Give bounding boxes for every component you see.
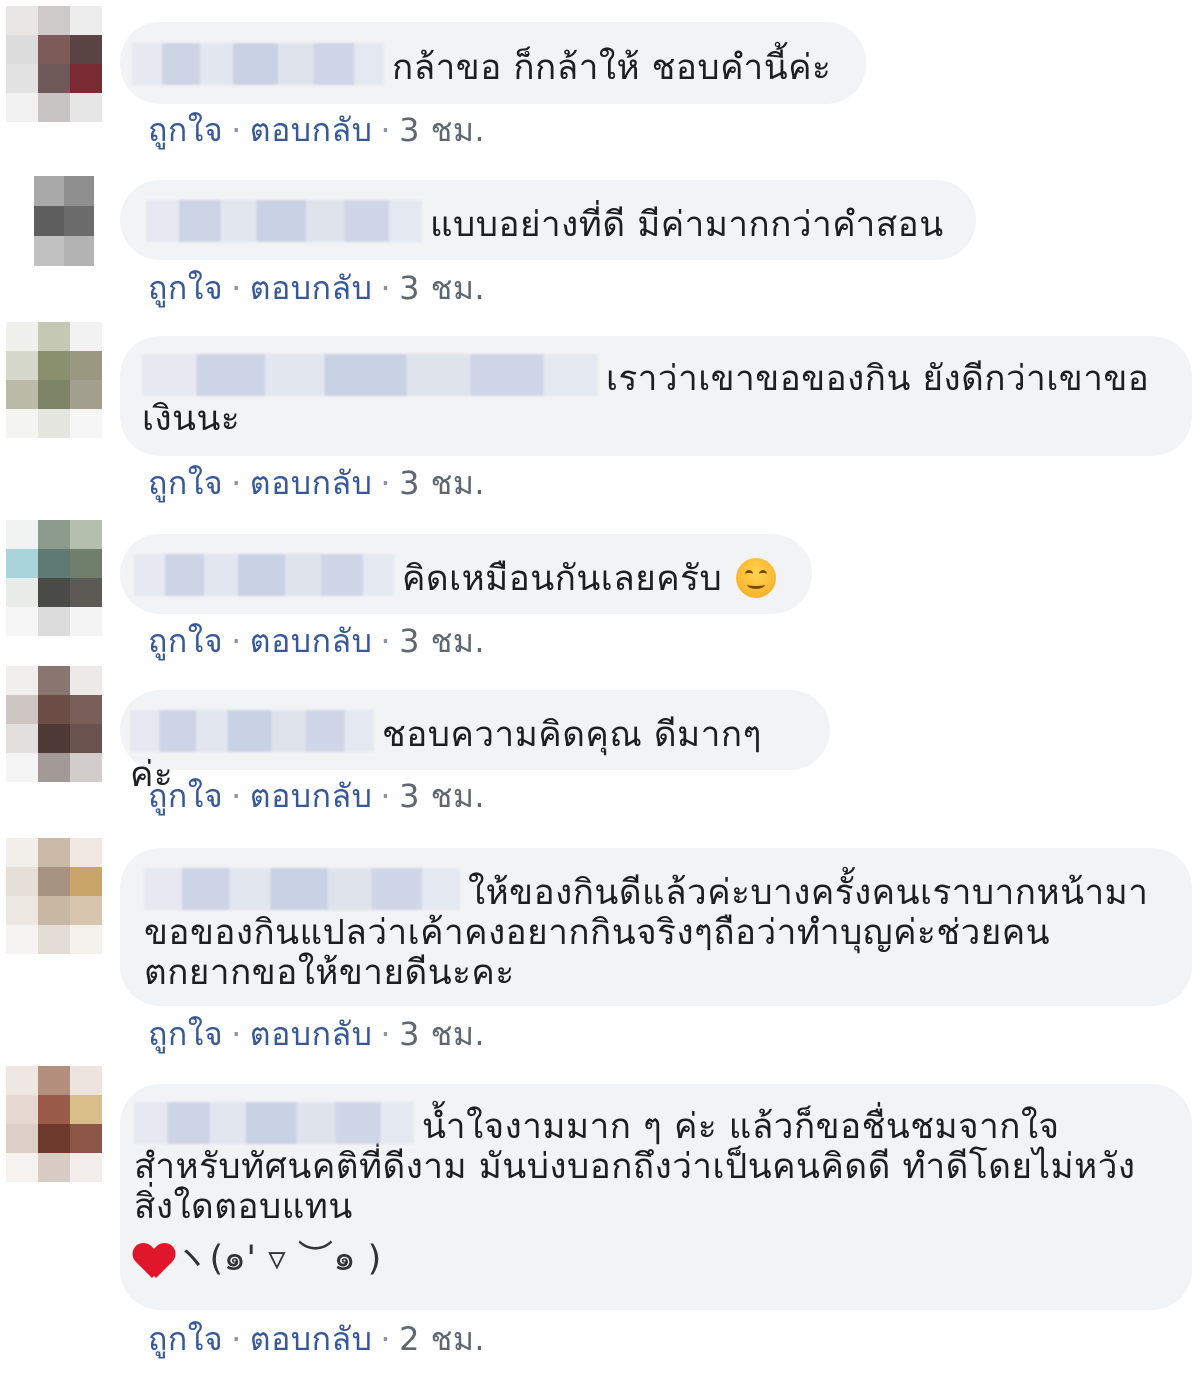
- separator: ·: [380, 1320, 392, 1358]
- reply-link[interactable]: ตอบกลับ: [250, 1320, 373, 1358]
- comment-actions: ถูกใจ · ตอบกลับ · 2 ชม.: [148, 1314, 485, 1365]
- comment-bubble: เราว่าเขาขอของกิน ยังดีกว่าเขาขอเงินนะ: [120, 336, 1192, 456]
- timestamp[interactable]: 3 ชม.: [399, 622, 485, 660]
- comment-bubble: แบบอย่างที่ดี มีค่ามากกว่าคำสอน: [120, 180, 976, 260]
- comment-text: กล้าขอ ก็กล้าให้ ชอบคำนี้ค่ะ: [392, 48, 832, 88]
- comment-actions: ถูกใจ · ตอบกลับ · 3 ชม.: [148, 616, 485, 667]
- like-link[interactable]: ถูกใจ: [148, 464, 223, 502]
- comment-text: คิดเหมือนกันเลยครับ: [402, 559, 723, 599]
- reply-link[interactable]: ตอบกลับ: [250, 269, 373, 307]
- like-link[interactable]: ถูกใจ: [148, 111, 223, 149]
- separator: ·: [380, 464, 392, 502]
- timestamp[interactable]: 2 ชม.: [399, 1320, 485, 1358]
- comment-thread: กล้าขอ ก็กล้าให้ ชอบคำนี้ค่ะ ถูกใจ · ตอบกล…: [0, 0, 1200, 1381]
- emoji-line: ヽ(๑' ▿ ︶๑ ): [134, 1239, 1152, 1280]
- avatar[interactable]: [6, 520, 102, 636]
- timestamp[interactable]: 3 ชม.: [399, 269, 485, 307]
- avatar[interactable]: [6, 838, 102, 954]
- author-name[interactable]: [132, 43, 384, 85]
- comment-bubble: ให้ของกินดีแล้วค่ะบางครั้งคนเราบากหน้ามา…: [120, 848, 1192, 1006]
- reply-link[interactable]: ตอบกลับ: [250, 1015, 373, 1053]
- comment-actions: ถูกใจ · ตอบกลับ · 3 ชม.: [148, 1009, 485, 1060]
- kaomoji: ヽ(๑' ▿ ︶๑ ): [174, 1239, 382, 1279]
- separator: ·: [380, 622, 392, 660]
- author-name[interactable]: [134, 554, 394, 596]
- separator: ·: [380, 111, 392, 149]
- avatar[interactable]: [6, 666, 102, 782]
- comment-bubble: ชอบความคิดคุณ ดีมากๆค่ะ: [120, 690, 830, 795]
- like-link[interactable]: ถูกใจ: [148, 1015, 223, 1053]
- separator: ·: [231, 269, 242, 307]
- separator: ·: [231, 464, 242, 502]
- separator: ·: [231, 622, 242, 660]
- separator: ·: [231, 1015, 242, 1053]
- like-link[interactable]: ถูกใจ: [148, 269, 223, 307]
- author-name[interactable]: [142, 354, 598, 396]
- timestamp[interactable]: 3 ชม.: [399, 777, 485, 815]
- reply-link[interactable]: ตอบกลับ: [250, 111, 373, 149]
- comment-bubble: คิดเหมือนกันเลยครับ: [120, 534, 812, 614]
- avatar[interactable]: [6, 1066, 102, 1182]
- avatar[interactable]: [6, 322, 102, 438]
- author-name[interactable]: [134, 1102, 414, 1144]
- separator: ·: [231, 1320, 242, 1358]
- red-heart-icon: [134, 1240, 174, 1280]
- reply-link[interactable]: ตอบกลับ: [250, 622, 373, 660]
- timestamp[interactable]: 3 ชม.: [399, 111, 485, 149]
- comment-actions: ถูกใจ · ตอบกลับ · 3 ชม.: [148, 771, 485, 822]
- separator: ·: [231, 111, 242, 149]
- timestamp[interactable]: 3 ชม.: [399, 464, 485, 502]
- separator: ·: [380, 777, 392, 815]
- like-link[interactable]: ถูกใจ: [148, 622, 223, 660]
- author-name[interactable]: [144, 868, 460, 910]
- avatar[interactable]: [34, 176, 94, 266]
- separator: ·: [380, 1015, 392, 1053]
- like-link[interactable]: ถูกใจ: [148, 777, 223, 815]
- smiling-face-icon: [736, 558, 777, 598]
- author-name[interactable]: [130, 710, 374, 752]
- like-link[interactable]: ถูกใจ: [148, 1320, 223, 1358]
- reply-link[interactable]: ตอบกลับ: [250, 464, 373, 502]
- reply-link[interactable]: ตอบกลับ: [250, 777, 373, 815]
- timestamp[interactable]: 3 ชม.: [399, 1015, 485, 1053]
- comment-text: แบบอย่างที่ดี มีค่ามากกว่าคำสอน: [430, 205, 944, 245]
- comment-bubble: กล้าขอ ก็กล้าให้ ชอบคำนี้ค่ะ: [120, 22, 866, 104]
- avatar[interactable]: [6, 6, 102, 122]
- comment-bubble: น้ำใจงามมาก ๆ ค่ะ แล้วก็ขอชื่นชมจากใจสำห…: [120, 1084, 1192, 1310]
- comment-actions: ถูกใจ · ตอบกลับ · 3 ชม.: [148, 105, 485, 156]
- comment-actions: ถูกใจ · ตอบกลับ · 3 ชม.: [148, 458, 485, 509]
- comment-actions: ถูกใจ · ตอบกลับ · 3 ชม.: [148, 263, 485, 314]
- separator: ·: [380, 269, 392, 307]
- separator: ·: [231, 777, 242, 815]
- author-name[interactable]: [146, 200, 422, 242]
